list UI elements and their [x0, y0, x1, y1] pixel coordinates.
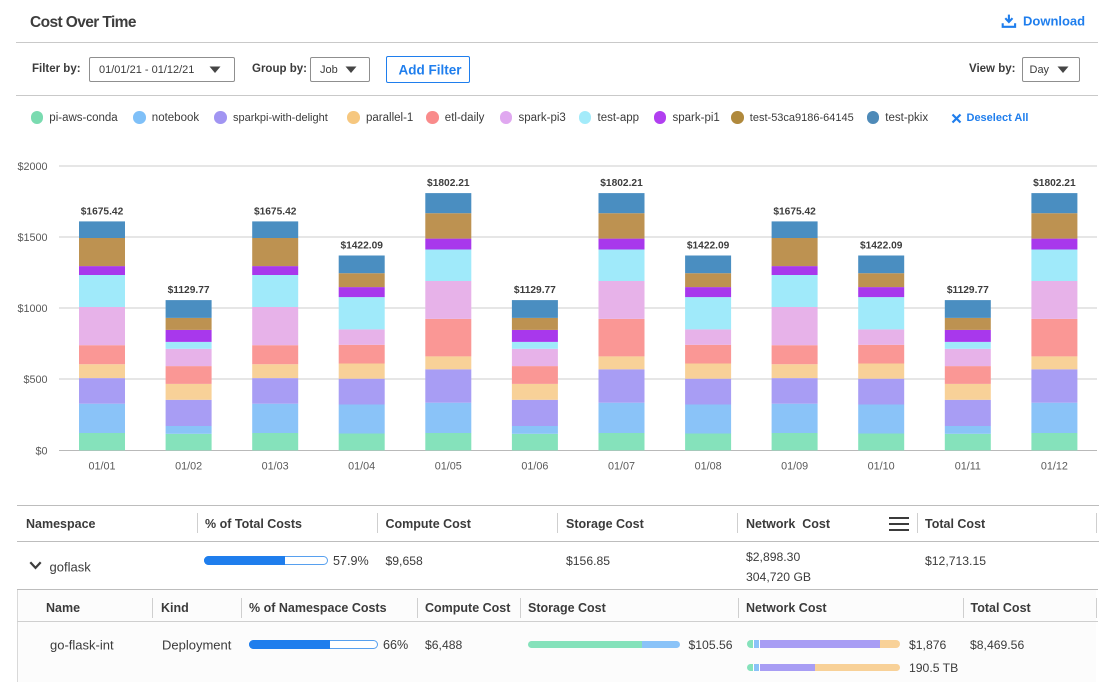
svg-text:$1675.42: $1675.42 [81, 206, 124, 217]
svg-text:$1000: $1000 [17, 303, 47, 315]
svg-text:01/12: 01/12 [1041, 461, 1068, 473]
svg-text:$2000: $2000 [17, 161, 47, 173]
svg-text:01/01: 01/01 [88, 461, 115, 473]
svg-text:$1129.77: $1129.77 [168, 285, 210, 296]
svg-text:$500: $500 [23, 374, 47, 386]
svg-text:$1422.09: $1422.09 [340, 241, 383, 252]
svg-text:$1422.09: $1422.09 [860, 241, 903, 252]
svg-text:01/02: 01/02 [175, 461, 202, 473]
svg-text:01/10: 01/10 [868, 461, 895, 473]
svg-text:01/08: 01/08 [695, 461, 722, 473]
svg-text:$1129.77: $1129.77 [947, 285, 989, 296]
svg-text:$1500: $1500 [17, 232, 47, 244]
svg-text:01/07: 01/07 [608, 461, 635, 473]
svg-text:01/06: 01/06 [521, 461, 548, 473]
svg-text:01/11: 01/11 [955, 461, 981, 473]
svg-text:$1675.42: $1675.42 [254, 206, 297, 217]
svg-text:01/05: 01/05 [435, 461, 462, 473]
svg-text:01/09: 01/09 [781, 461, 808, 473]
svg-text:$1802.21: $1802.21 [1033, 178, 1076, 189]
svg-text:$1802.21: $1802.21 [600, 178, 643, 189]
svg-text:$1802.21: $1802.21 [427, 178, 470, 189]
svg-text:01/03: 01/03 [262, 461, 289, 473]
svg-text:01/04: 01/04 [348, 461, 375, 473]
svg-text:$1675.42: $1675.42 [773, 206, 816, 217]
svg-text:$0: $0 [35, 445, 47, 457]
svg-text:$1129.77: $1129.77 [514, 285, 556, 296]
svg-text:$1422.09: $1422.09 [687, 241, 730, 252]
